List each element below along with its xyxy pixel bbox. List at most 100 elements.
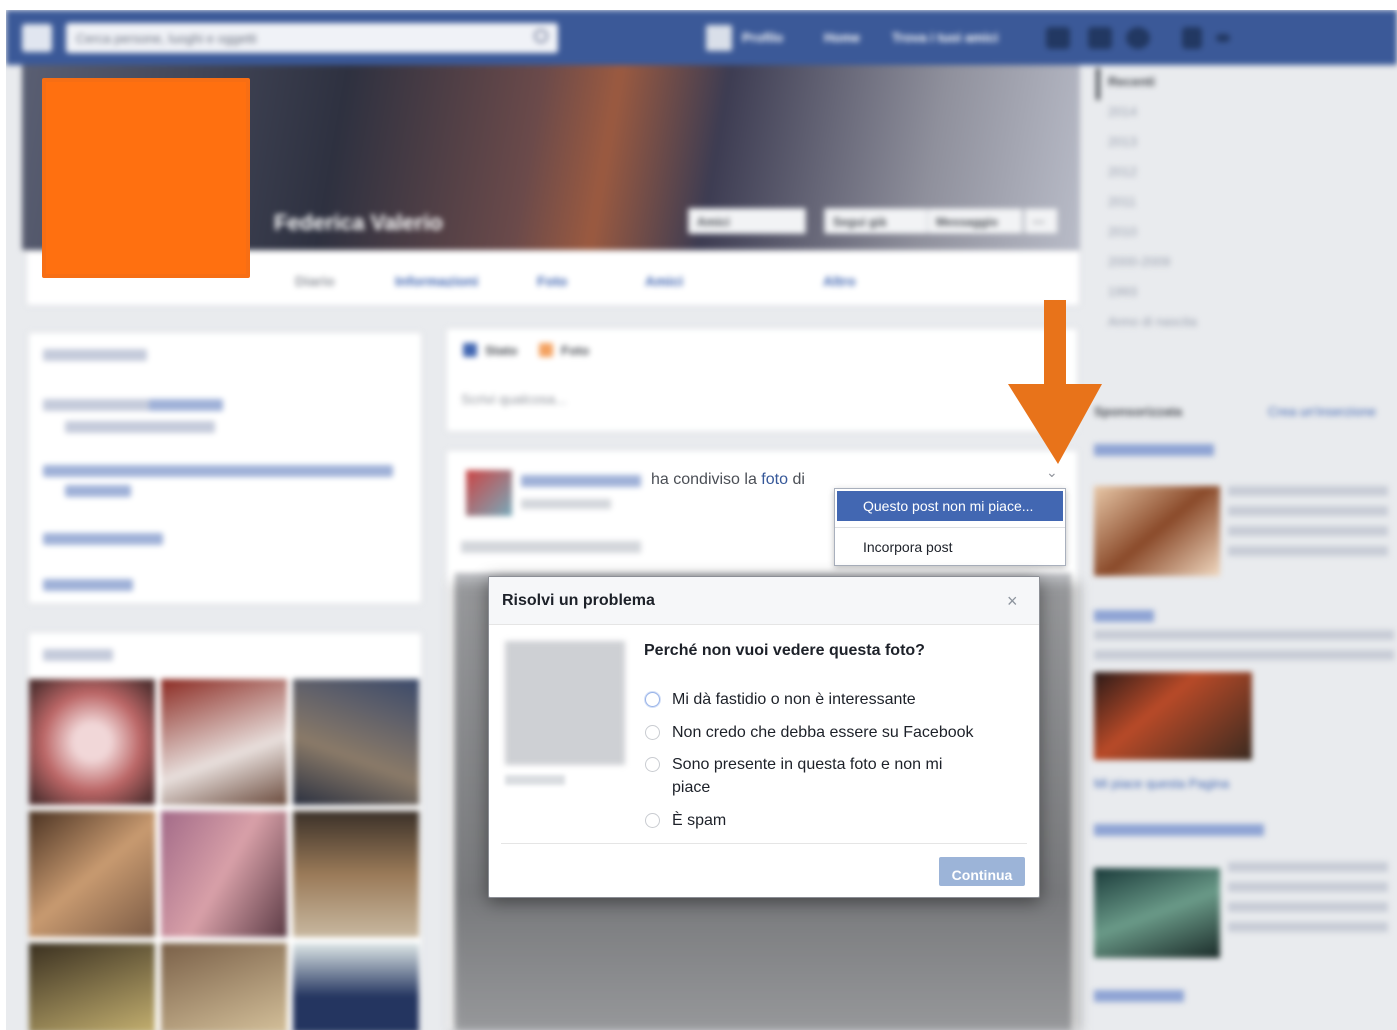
post-header: ha condiviso la foto di [651,471,805,489]
more-options-button[interactable]: ··· [1024,208,1058,234]
photo-icon [539,343,553,357]
timeline-year[interactable]: 2014 [1108,104,1137,119]
photo-thumbnail[interactable] [161,811,287,937]
timeline-year[interactable]: 1993 [1108,284,1137,299]
tab-about[interactable]: Informazioni [395,273,478,289]
nav-find-friends-link[interactable]: Trova i tuoi amici [892,30,998,45]
card-heading [43,649,113,661]
radio-button[interactable] [645,757,660,772]
continue-button[interactable]: Continua [939,857,1025,886]
menu-item-embed-post[interactable]: Incorpora post [837,533,1063,561]
ad-text [1228,486,1388,566]
info-row[interactable] [43,465,393,477]
card-heading [43,349,147,361]
search-input[interactable]: Cerca persone, luoghi e oggetti [66,23,558,53]
ad-title[interactable] [1094,610,1154,622]
ad-title[interactable] [1094,444,1214,456]
reason-label: Non credo che debba essere su Facebook [672,724,974,741]
composer-input[interactable]: Scrivi qualcosa... [461,391,567,407]
tab-more[interactable]: Altro [823,273,856,289]
timeline-year[interactable]: 2011 [1108,194,1136,209]
avatar[interactable] [706,25,732,51]
notifications-globe-icon[interactable] [1126,27,1150,49]
radio-button[interactable] [645,813,660,828]
create-ad-link[interactable]: Crea un'inserzione [1268,404,1376,419]
like-page-link[interactable]: Mi piace questa Pagina [1094,776,1229,791]
profile-name[interactable]: Federica Valerio [274,210,443,236]
menu-divider [835,527,1065,528]
ad-title[interactable] [1094,824,1264,836]
tab-photos[interactable]: Foto [537,273,567,289]
ad-text [1228,862,1388,934]
reason-label: È spam [672,812,727,829]
info-link[interactable] [149,399,223,411]
composer-tab-status[interactable]: Stato [485,343,518,358]
tab-friends[interactable]: Amici [645,273,683,289]
search-icon[interactable] [534,29,548,43]
post-caption [461,541,641,553]
post-composer: Stato Foto Scrivi qualcosa... [446,328,1078,432]
photo-thumbnail[interactable] [161,679,287,805]
timeline-year[interactable]: 2013 [1108,134,1137,149]
menu-item-dislike-post[interactable]: Questo post non mi piace... [837,491,1063,521]
nav-profile-link[interactable]: Profilo [742,30,783,45]
facebook-logo-icon[interactable] [22,24,52,52]
timeline-indicator [1096,68,1100,100]
composer-tab-photo[interactable]: Foto [561,343,589,358]
radio-button[interactable] [645,725,660,740]
report-dialog: Risolvi un problema × Perché non vuoi ve… [488,576,1040,898]
post-of-text: di [792,471,805,488]
photo-thumbnail[interactable] [29,811,155,937]
timeline-year[interactable]: 2010 [1108,224,1137,239]
message-button[interactable]: Messaggio [927,208,1023,234]
profile-picture[interactable] [42,78,250,278]
ad-image[interactable] [1094,868,1220,958]
post-shared-text: ha condiviso la [651,471,757,488]
post-timestamp[interactable] [521,499,611,509]
messages-icon[interactable] [1088,27,1112,49]
photo-thumbnail[interactable] [293,679,419,805]
privacy-lock-icon[interactable] [1182,27,1202,49]
photo-thumbnail[interactable] [293,811,419,937]
dialog-question: Perché non vuoi vedere questa foto? [644,642,925,659]
radio-button[interactable] [645,692,660,707]
sponsored-label: Sponsorizzata [1094,404,1183,419]
account-menu-chevron-icon[interactable] [1216,34,1230,42]
author-name[interactable] [521,475,641,487]
reported-photo-thumbnail [505,641,625,765]
info-row[interactable] [43,579,133,591]
timeline-year[interactable]: Anno di nascita [1108,314,1197,329]
photo-thumbnail[interactable] [161,943,287,1030]
intro-card [28,332,422,604]
close-icon[interactable]: × [1007,591,1018,612]
ad-text [1094,630,1394,662]
author-avatar[interactable] [466,470,512,516]
photo-thumbnail[interactable] [293,943,419,1030]
timeline-year[interactable]: 2012 [1108,164,1137,179]
friend-requests-icon[interactable] [1046,27,1070,49]
dialog-divider [501,843,1027,844]
reported-photo-caption [505,775,565,785]
status-icon [463,343,477,357]
photo-thumbnail[interactable] [29,679,155,805]
post-photo-link[interactable]: foto [761,471,788,488]
ad-image[interactable] [1094,486,1220,576]
photo-thumbnail[interactable] [29,943,155,1030]
timeline-recent[interactable]: Recenti [1108,74,1155,89]
info-row[interactable] [65,485,131,497]
reason-label: Mi dà fastidio o non è interessante [672,691,916,708]
post-options-menu: Questo post non mi piace... Incorpora po… [834,488,1066,566]
ad-video[interactable] [1094,672,1252,760]
info-row-sub [65,421,215,433]
info-row[interactable] [43,533,163,545]
annotation-arrow-icon [1008,300,1102,464]
timeline-year[interactable]: 2000-2009 [1108,254,1170,269]
dialog-title: Risolvi un problema [502,592,655,609]
dialog-header: Risolvi un problema × [489,577,1039,625]
nav-home-link[interactable]: Home [824,30,860,45]
ad-title[interactable] [1094,990,1184,1002]
reason-label: Sono presente in questa foto e non mi pi… [672,756,943,796]
tab-timeline[interactable]: Diario [295,273,335,289]
follow-button[interactable]: Segui già [824,208,928,234]
friends-button[interactable]: Amici [688,208,806,234]
